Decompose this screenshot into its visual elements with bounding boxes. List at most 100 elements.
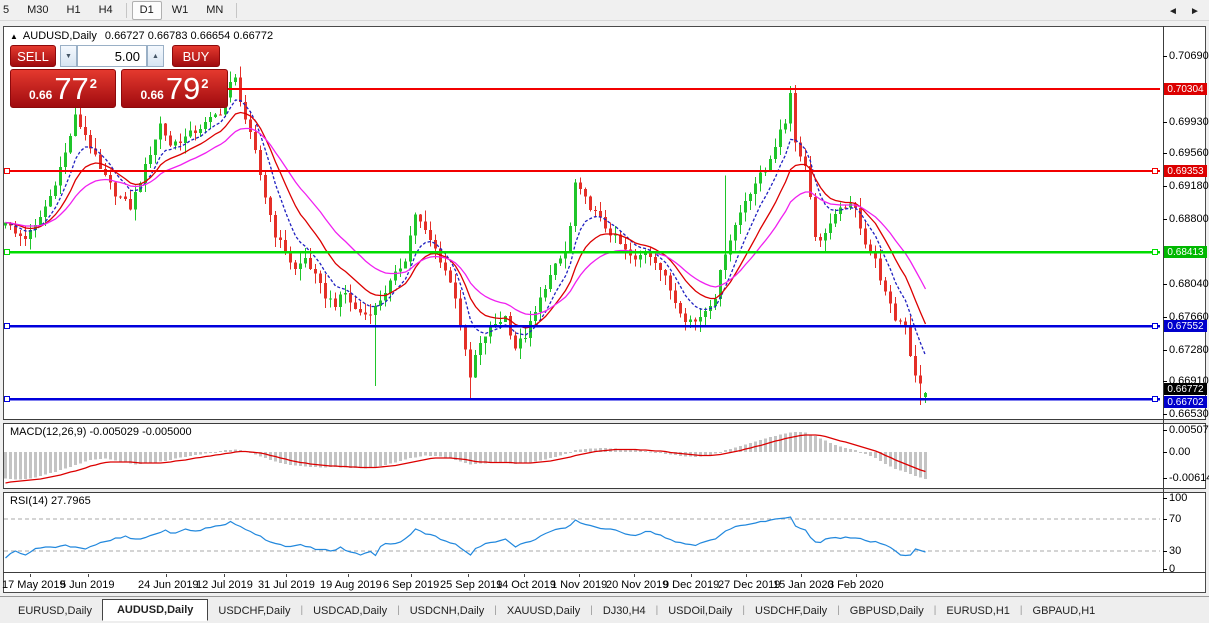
macd-axis-tick <box>1163 430 1167 431</box>
date-axis-tick <box>224 574 225 577</box>
timeframe-button-m30[interactable]: M30 <box>19 1 56 20</box>
rsi-axis-label: 0 <box>1169 563 1175 575</box>
price-axis-label: 0.68040 <box>1169 278 1209 290</box>
date-axis-label: 3 Feb 2020 <box>828 579 884 591</box>
date-axis-label: 27 Dec 2019 <box>718 579 780 591</box>
price-line-badge: 0.70304 <box>1164 83 1207 95</box>
date-axis-tick <box>30 574 31 577</box>
date-axis-tick <box>856 574 857 577</box>
date-axis-tick <box>746 574 747 577</box>
rsi-panel-canvas[interactable] <box>4 493 1160 571</box>
date-axis-label: 17 May 2019 <box>2 579 66 591</box>
macd-axis-tick <box>1163 452 1167 453</box>
date-axis-label: 14 Oct 2019 <box>496 579 556 591</box>
chart-ohlc-values: 0.66727 0.66783 0.66654 0.66772 <box>105 30 273 42</box>
price-axis-tick <box>1163 153 1167 154</box>
price-axis-tick <box>1163 186 1167 187</box>
price-axis-label: 0.67280 <box>1169 344 1209 356</box>
price-axis-tick <box>1163 350 1167 351</box>
price-axis-tick <box>1163 381 1167 382</box>
date-axis-label: 24 Jun 2019 <box>138 579 199 591</box>
timeframe-button-mn[interactable]: MN <box>198 1 231 20</box>
date-axis-tick <box>634 574 635 577</box>
date-axis-tick <box>166 574 167 577</box>
macd-axis-label: 0.00 <box>1169 446 1190 458</box>
one-click-collapse-icon[interactable]: ▲ <box>10 32 18 41</box>
date-axis-tick <box>524 574 525 577</box>
date-axis-label: 15 Jan 2020 <box>773 579 834 591</box>
date-axis-tick <box>88 574 89 577</box>
rsi-axis-label: 100 <box>1169 492 1187 504</box>
timeframe-toolbar: 5M30H1H4 D1W1MN <box>0 0 1209 21</box>
date-axis-label: 12 Jul 2019 <box>196 579 253 591</box>
macd-axis-tick <box>1163 478 1167 479</box>
date-axis-label: 25 Sep 2019 <box>440 579 502 591</box>
date-axis-label: 9 Dec 2019 <box>663 579 719 591</box>
price-axis-tick <box>1163 284 1167 285</box>
tabs-scroll-left-icon[interactable]: ◄ <box>1168 6 1178 17</box>
timeframe-button-d1[interactable]: D1 <box>132 1 162 20</box>
date-axis-label: 19 Aug 2019 <box>320 579 382 591</box>
price-axis-tick <box>1163 56 1167 57</box>
price-axis-tick <box>1163 317 1167 318</box>
date-axis-label: 6 Sep 2019 <box>383 579 439 591</box>
price-axis-label: 0.66530 <box>1169 408 1209 420</box>
timeframe-button-h4[interactable]: H4 <box>91 1 121 20</box>
rsi-axis-tick <box>1163 498 1167 499</box>
toolbar-separator <box>126 3 127 18</box>
date-axis-tick <box>801 574 802 577</box>
date-axis-tick <box>411 574 412 577</box>
rsi-date-divider <box>3 572 1206 573</box>
price-axis-tick <box>1163 219 1167 220</box>
tab-usdcad-daily[interactable]: USDCAD,Daily <box>303 601 397 621</box>
price-axis-tick <box>1163 122 1167 123</box>
tab-usdchf-daily[interactable]: USDCHF,Daily <box>745 601 837 621</box>
price-line-badge: 0.67552 <box>1164 320 1207 332</box>
tab-eurusd-h1[interactable]: EURUSD,H1 <box>936 601 1020 621</box>
rsi-axis-tick <box>1163 569 1167 570</box>
tab-usdoil-daily[interactable]: USDOil,Daily <box>658 601 742 621</box>
tab-audusd-daily[interactable]: AUDUSD,Daily <box>102 599 208 621</box>
timeframe-button-w1[interactable]: W1 <box>164 1 197 20</box>
price-axis-label: 0.69560 <box>1169 147 1209 159</box>
macd-axis-label: -0.006148 <box>1169 472 1209 484</box>
chart-title: ▲ AUDUSD,Daily 0.66727 0.66783 0.66654 0.6… <box>10 30 273 42</box>
tab-xauusd-daily[interactable]: XAUUSD,Daily <box>497 601 590 621</box>
tab-usdcnh-daily[interactable]: USDCNH,Daily <box>400 601 495 621</box>
date-axis-tick <box>348 574 349 577</box>
chart-symbol-label: AUDUSD,Daily <box>23 30 97 42</box>
chart-tab-bar: EURUSD,DailyAUDUSD,DailyUSDCHF,Daily|USD… <box>0 596 1209 623</box>
tab-usdchf-daily[interactable]: USDCHF,Daily <box>208 601 300 621</box>
tab-dj30-h4[interactable]: DJ30,H4 <box>593 601 656 621</box>
tab-eurusd-daily[interactable]: EURUSD,Daily <box>8 601 102 621</box>
price-axis-line <box>1163 26 1164 573</box>
tab-gbpaud-h1[interactable]: GBPAUD,H1 <box>1023 601 1106 621</box>
date-axis-tick <box>286 574 287 577</box>
macd-panel-canvas[interactable] <box>4 424 1160 487</box>
price-axis-label: 0.69930 <box>1169 116 1209 128</box>
rsi-axis-tick <box>1163 519 1167 520</box>
mt4-window: 5M30H1H4 D1W1MN ▲ AUDUSD,Daily 0.66727 0.66… <box>0 0 1209 623</box>
toolbar-separator <box>236 3 237 18</box>
date-axis-label: 20 Nov 2019 <box>606 579 668 591</box>
price-line-badge: 0.69353 <box>1164 165 1207 177</box>
tab-gbpusd-daily[interactable]: GBPUSD,Daily <box>840 601 934 621</box>
timeframe-button-5[interactable]: 5 <box>0 1 17 20</box>
date-axis-label: 31 Jul 2019 <box>258 579 315 591</box>
price-axis-label: 0.70690 <box>1169 50 1209 62</box>
price-line-badge: 0.66702 <box>1164 396 1207 408</box>
date-axis-tick <box>691 574 692 577</box>
rsi-axis-label: 70 <box>1169 513 1181 525</box>
price-axis-tick <box>1163 414 1167 415</box>
price-axis-label: 0.69180 <box>1169 180 1209 192</box>
macd-axis-label: 0.005076 <box>1169 424 1209 436</box>
timeframe-button-h1[interactable]: H1 <box>59 1 89 20</box>
tabs-scroll-right-icon[interactable]: ► <box>1190 6 1200 17</box>
rsi-axis-tick <box>1163 551 1167 552</box>
price-line-badge: 0.68413 <box>1164 246 1207 258</box>
rsi-axis-label: 30 <box>1169 545 1181 557</box>
date-axis-label: 1 Nov 2019 <box>551 579 607 591</box>
date-axis-tick <box>468 574 469 577</box>
main-chart-canvas[interactable] <box>4 44 1160 418</box>
date-axis-label: 5 Jun 2019 <box>60 579 114 591</box>
